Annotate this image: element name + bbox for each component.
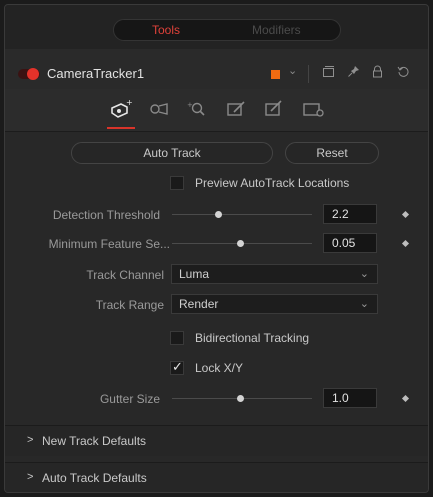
track-range-dropdown[interactable]: Render ⌄ — [171, 294, 378, 314]
camera-tab-icon[interactable] — [147, 98, 171, 120]
section-new-track-defaults[interactable]: > New Track Defaults — [5, 425, 428, 456]
node-header: CameraTracker1 ⌄ — [5, 49, 428, 90]
detection-threshold-knob[interactable] — [215, 211, 222, 218]
track-range-label: Track Range — [95, 298, 164, 312]
min-feature-input[interactable]: 0.05 — [323, 233, 377, 253]
svg-text:+: + — [126, 98, 133, 107]
inspector-tabs: + + — [5, 89, 428, 132]
detection-threshold-label: Detection Threshold — [52, 208, 160, 222]
tab-tools[interactable]: Tools — [152, 23, 180, 37]
lock-icon[interactable] — [371, 65, 384, 81]
gutter-size-label: Gutter Size — [99, 392, 160, 406]
gutter-size-knob[interactable] — [237, 395, 244, 402]
bidirectional-label: Bidirectional Tracking — [195, 331, 310, 345]
chevron-right-icon: > — [27, 471, 34, 483]
chevron-down-icon[interactable]: ⌄ — [288, 64, 297, 77]
track-tab-icon[interactable]: + — [109, 98, 133, 120]
chevron-down-icon: ⌄ — [359, 298, 369, 310]
detection-threshold-slider[interactable] — [172, 214, 312, 215]
track-channel-dropdown[interactable]: Luma ⌄ — [171, 264, 378, 284]
lock-xy-checkbox[interactable]: ✓ — [170, 359, 184, 375]
section-title: New Track Defaults — [42, 434, 147, 448]
tab-modifiers[interactable]: Modifiers — [252, 23, 301, 37]
node-name[interactable]: CameraTracker1 — [47, 66, 144, 81]
auto-track-button[interactable]: Auto Track — [71, 142, 273, 164]
node-enable-toggle[interactable] — [18, 68, 40, 80]
gutter-size-input[interactable]: 1.0 — [323, 388, 377, 408]
divider — [308, 65, 309, 83]
checkmark-icon: ✓ — [172, 359, 183, 374]
version-icon[interactable] — [322, 65, 335, 81]
edit-tab-icon[interactable] — [262, 98, 286, 120]
reset-button[interactable]: Reset — [285, 142, 379, 164]
export-tab-icon[interactable] — [224, 98, 248, 120]
inspector-topbar: Tools Modifiers — [5, 5, 428, 50]
track-channel-value: Luma — [179, 267, 210, 281]
inspector-panel: Tools Modifiers CameraTracker1 ⌄ + + Aut… — [4, 4, 429, 493]
keyframe-diamond-icon[interactable] — [401, 394, 410, 403]
track-channel-label: Track Channel — [86, 268, 164, 282]
keyframe-diamond-icon[interactable] — [401, 210, 410, 219]
reset-icon[interactable] — [397, 65, 410, 81]
solve-tab-icon[interactable]: + — [185, 98, 209, 120]
chevron-right-icon: > — [27, 434, 34, 446]
min-feature-label: Minimum Feature Se... — [48, 237, 170, 251]
track-range-value: Render — [179, 297, 219, 311]
min-feature-knob[interactable] — [237, 240, 244, 247]
lock-xy-label: Lock X/Y — [195, 361, 244, 375]
active-tab-indicator — [107, 127, 135, 129]
node-color-swatch[interactable] — [271, 70, 280, 79]
preview-autotrack-label: Preview AutoTrack Locations — [195, 176, 350, 190]
section-title: Auto Track Defaults — [42, 471, 147, 485]
settings-tab-icon[interactable] — [301, 98, 325, 120]
keyframe-diamond-icon[interactable] — [401, 239, 410, 248]
pin-icon[interactable] — [347, 65, 360, 81]
tools-modifiers-switch: Tools Modifiers — [113, 19, 341, 41]
toggle-dot — [27, 68, 39, 80]
svg-text:+: + — [187, 101, 193, 109]
preview-autotrack-checkbox[interactable] — [170, 176, 184, 190]
detection-threshold-input[interactable]: 2.2 — [323, 204, 377, 224]
section-auto-track-defaults[interactable]: > Auto Track Defaults — [5, 462, 428, 492]
chevron-down-icon: ⌄ — [359, 268, 369, 280]
bidirectional-checkbox[interactable] — [170, 331, 184, 345]
